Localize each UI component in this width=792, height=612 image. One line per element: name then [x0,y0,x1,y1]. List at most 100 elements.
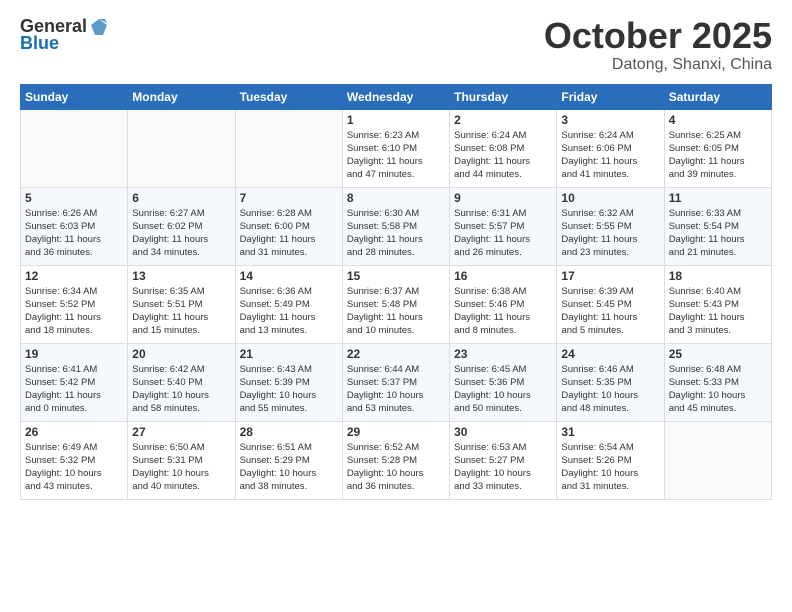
day-number: 27 [132,425,230,439]
day-info: Sunrise: 6:38 AM Sunset: 5:46 PM Dayligh… [454,285,552,338]
calendar-cell: 15 Sunrise: 6:37 AM Sunset: 5:48 PM Dayli… [342,265,449,343]
day-number: 31 [561,425,659,439]
month-title: October 2025 [544,16,772,56]
calendar-cell: 25Sunrise: 6:48 AM Sunset: 5:33 PM Dayli… [664,343,771,421]
day-info: Sunrise: 6:37 AM Sunset: 5:48 PM Dayligh… [347,285,445,338]
page-container: General Blue October 2025 Datong, Shanxi… [0,0,792,612]
calendar-week-row: 12Sunrise: 6:34 AM Sunset: 5:52 PM Dayli… [21,265,772,343]
calendar-cell: 21 Sunrise: 6:43 AM Sunset: 5:39 PM Dayli… [235,343,342,421]
calendar-cell: 4Sunrise: 6:25 AM Sunset: 6:05 PM Daylig… [664,109,771,187]
day-info: Sunrise: 6:44 AM Sunset: 5:37 PM Dayligh… [347,363,445,416]
calendar-cell: 26Sunrise: 6:49 AM Sunset: 5:32 PM Dayli… [21,421,128,499]
logo-icon [89,17,109,37]
day-info: Sunrise: 6:24 AM Sunset: 6:08 PM Dayligh… [454,129,552,182]
day-info: Sunrise: 6:23 AM Sunset: 6:10 PM Dayligh… [347,129,445,182]
calendar-week-row: 26Sunrise: 6:49 AM Sunset: 5:32 PM Dayli… [21,421,772,499]
calendar-cell: 20 Sunrise: 6:42 AM Sunset: 5:40 PM Dayli… [128,343,235,421]
day-info: Sunrise: 6:46 AM Sunset: 5:35 PM Dayligh… [561,363,659,416]
logo: General Blue [20,16,109,54]
day-number: 9 [454,191,552,205]
day-info: Sunrise: 6:35 AM Sunset: 5:51 PM Dayligh… [132,285,230,338]
day-info: Sunrise: 6:31 AM Sunset: 5:57 PM Dayligh… [454,207,552,260]
header: General Blue October 2025 Datong, Shanxi… [20,16,772,74]
calendar-cell: 11Sunrise: 6:33 AM Sunset: 5:54 PM Dayli… [664,187,771,265]
calendar-cell [664,421,771,499]
day-info: Sunrise: 6:52 AM Sunset: 5:28 PM Dayligh… [347,441,445,494]
day-number: 17 [561,269,659,283]
day-number: 23 [454,347,552,361]
calendar-cell: 13 Sunrise: 6:35 AM Sunset: 5:51 PM Dayli… [128,265,235,343]
calendar-week-row: 1 Sunrise: 6:23 AM Sunset: 6:10 PM Daylig… [21,109,772,187]
day-info: Sunrise: 6:28 AM Sunset: 6:00 PM Dayligh… [240,207,338,260]
calendar-cell: 18 Sunrise: 6:40 AM Sunset: 5:43 PM Dayli… [664,265,771,343]
weekday-header: Friday [557,84,664,109]
weekday-header: Thursday [450,84,557,109]
day-info: Sunrise: 6:45 AM Sunset: 5:36 PM Dayligh… [454,363,552,416]
calendar-week-row: 5Sunrise: 6:26 AM Sunset: 6:03 PM Daylig… [21,187,772,265]
day-number: 1 [347,113,445,127]
day-number: 13 [132,269,230,283]
day-number: 12 [25,269,123,283]
weekday-header: Tuesday [235,84,342,109]
day-number: 24 [561,347,659,361]
calendar: SundayMondayTuesdayWednesdayThursdayFrid… [20,84,772,500]
calendar-cell: 8 Sunrise: 6:30 AM Sunset: 5:58 PM Daylig… [342,187,449,265]
calendar-cell: 30 Sunrise: 6:53 AM Sunset: 5:27 PM Dayli… [450,421,557,499]
title-block: October 2025 Datong, Shanxi, China [544,16,772,74]
day-number: 14 [240,269,338,283]
day-info: Sunrise: 6:49 AM Sunset: 5:32 PM Dayligh… [25,441,123,494]
day-number: 16 [454,269,552,283]
day-info: Sunrise: 6:53 AM Sunset: 5:27 PM Dayligh… [454,441,552,494]
calendar-cell: 3 Sunrise: 6:24 AM Sunset: 6:06 PM Daylig… [557,109,664,187]
calendar-cell: 27 Sunrise: 6:50 AM Sunset: 5:31 PM Dayli… [128,421,235,499]
location-title: Datong, Shanxi, China [544,56,772,74]
day-info: Sunrise: 6:36 AM Sunset: 5:49 PM Dayligh… [240,285,338,338]
day-number: 3 [561,113,659,127]
calendar-cell: 12Sunrise: 6:34 AM Sunset: 5:52 PM Dayli… [21,265,128,343]
day-number: 29 [347,425,445,439]
day-info: Sunrise: 6:48 AM Sunset: 5:33 PM Dayligh… [669,363,767,416]
day-info: Sunrise: 6:32 AM Sunset: 5:55 PM Dayligh… [561,207,659,260]
weekday-header: Saturday [664,84,771,109]
day-number: 8 [347,191,445,205]
calendar-cell: 28 Sunrise: 6:51 AM Sunset: 5:29 PM Dayli… [235,421,342,499]
weekday-header: Wednesday [342,84,449,109]
calendar-cell: 16 Sunrise: 6:38 AM Sunset: 5:46 PM Dayli… [450,265,557,343]
calendar-cell: 7 Sunrise: 6:28 AM Sunset: 6:00 PM Daylig… [235,187,342,265]
calendar-cell: 23 Sunrise: 6:45 AM Sunset: 5:36 PM Dayli… [450,343,557,421]
day-info: Sunrise: 6:30 AM Sunset: 5:58 PM Dayligh… [347,207,445,260]
weekday-header: Monday [128,84,235,109]
calendar-cell: 5Sunrise: 6:26 AM Sunset: 6:03 PM Daylig… [21,187,128,265]
calendar-cell [235,109,342,187]
day-info: Sunrise: 6:43 AM Sunset: 5:39 PM Dayligh… [240,363,338,416]
calendar-cell: 10Sunrise: 6:32 AM Sunset: 5:55 PM Dayli… [557,187,664,265]
calendar-cell: 1 Sunrise: 6:23 AM Sunset: 6:10 PM Daylig… [342,109,449,187]
calendar-cell: 9 Sunrise: 6:31 AM Sunset: 5:57 PM Daylig… [450,187,557,265]
day-info: Sunrise: 6:24 AM Sunset: 6:06 PM Dayligh… [561,129,659,182]
day-number: 28 [240,425,338,439]
calendar-cell: 31 Sunrise: 6:54 AM Sunset: 5:26 PM Dayli… [557,421,664,499]
day-info: Sunrise: 6:54 AM Sunset: 5:26 PM Dayligh… [561,441,659,494]
calendar-cell: 14 Sunrise: 6:36 AM Sunset: 5:49 PM Dayli… [235,265,342,343]
day-number: 7 [240,191,338,205]
day-number: 15 [347,269,445,283]
day-info: Sunrise: 6:41 AM Sunset: 5:42 PM Dayligh… [25,363,123,416]
calendar-week-row: 19Sunrise: 6:41 AM Sunset: 5:42 PM Dayli… [21,343,772,421]
day-number: 22 [347,347,445,361]
day-number: 21 [240,347,338,361]
day-info: Sunrise: 6:40 AM Sunset: 5:43 PM Dayligh… [669,285,767,338]
day-info: Sunrise: 6:50 AM Sunset: 5:31 PM Dayligh… [132,441,230,494]
calendar-cell: 17Sunrise: 6:39 AM Sunset: 5:45 PM Dayli… [557,265,664,343]
calendar-cell: 29 Sunrise: 6:52 AM Sunset: 5:28 PM Dayli… [342,421,449,499]
day-info: Sunrise: 6:42 AM Sunset: 5:40 PM Dayligh… [132,363,230,416]
calendar-cell [21,109,128,187]
weekday-header-row: SundayMondayTuesdayWednesdayThursdayFrid… [21,84,772,109]
day-info: Sunrise: 6:33 AM Sunset: 5:54 PM Dayligh… [669,207,767,260]
weekday-header: Sunday [21,84,128,109]
day-number: 18 [669,269,767,283]
day-number: 30 [454,425,552,439]
day-number: 20 [132,347,230,361]
day-info: Sunrise: 6:27 AM Sunset: 6:02 PM Dayligh… [132,207,230,260]
day-info: Sunrise: 6:51 AM Sunset: 5:29 PM Dayligh… [240,441,338,494]
day-info: Sunrise: 6:25 AM Sunset: 6:05 PM Dayligh… [669,129,767,182]
